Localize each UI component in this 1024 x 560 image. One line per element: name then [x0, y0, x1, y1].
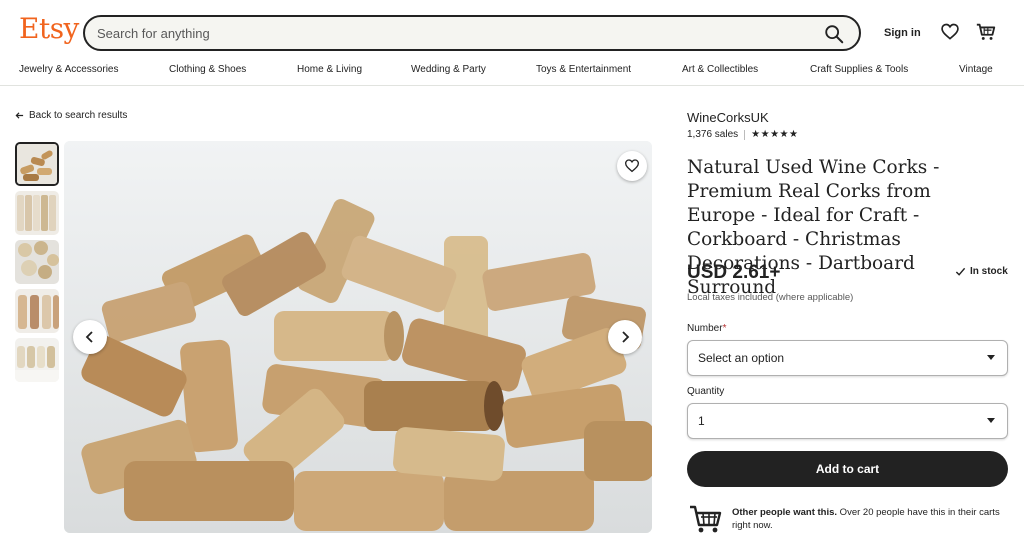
- favorites-heart-icon[interactable]: [940, 22, 960, 42]
- quantity-select-value: 1: [698, 414, 705, 428]
- nav-toys-entertainment[interactable]: Toys & Entertainment: [536, 64, 631, 75]
- thumbnail-list: [15, 142, 59, 387]
- quantity-select[interactable]: 1: [687, 403, 1008, 439]
- taxes-note: Local taxes included (where applicable): [687, 292, 854, 303]
- nav-art-collectibles[interactable]: Art & Collectibles: [682, 64, 758, 75]
- number-select[interactable]: Select an option: [687, 340, 1008, 376]
- site-header: Etsy Sign in Jewelry & Accessories Cloth…: [0, 0, 1024, 86]
- image-favorite-button[interactable]: [617, 151, 647, 181]
- cork-closeup-thumbnail-image: [15, 289, 59, 333]
- thumbnail-3[interactable]: [15, 240, 59, 284]
- corks-row-thumbnail-image: [15, 338, 59, 382]
- shop-name-link[interactable]: WineCorksUK: [687, 110, 769, 125]
- chevron-right-icon: [622, 331, 630, 343]
- cork-ends-thumbnail-image: [15, 240, 59, 284]
- sign-in-link[interactable]: Sign in: [884, 27, 921, 39]
- etsy-logo[interactable]: Etsy: [19, 12, 79, 45]
- star-rating-icon[interactable]: ★★★★★: [751, 129, 798, 140]
- stock-label: In stock: [970, 266, 1008, 277]
- thumbnail-4[interactable]: [15, 289, 59, 333]
- nav-vintage[interactable]: Vintage: [959, 64, 993, 75]
- arrow-left-icon: [15, 112, 24, 119]
- add-to-cart-button[interactable]: Add to cart: [687, 451, 1008, 487]
- cart-demand-icon: [690, 505, 722, 533]
- thumbnail-1[interactable]: [15, 142, 59, 186]
- next-image-button[interactable]: [608, 320, 642, 354]
- corks-standing-thumbnail-image: [15, 191, 59, 235]
- number-select-value: Select an option: [698, 351, 785, 365]
- number-label-text: Number: [687, 323, 723, 334]
- search-icon[interactable]: [823, 23, 845, 45]
- cart-icon[interactable]: [975, 21, 997, 43]
- demand-text: Other people want this. Over 20 people h…: [732, 506, 1004, 532]
- product-price: USD 2.61+: [687, 262, 781, 283]
- nav-jewelry-accessories[interactable]: Jewelry & Accessories: [19, 64, 118, 75]
- number-label: Number*: [687, 323, 726, 334]
- product-main-image[interactable]: [64, 141, 652, 533]
- sales-count: 1,376 sales: [687, 129, 739, 140]
- thumbnail-2[interactable]: [15, 191, 59, 235]
- demand-notice: Other people want this. Over 20 people h…: [687, 503, 1008, 539]
- stock-status: In stock: [955, 266, 1008, 277]
- nav-craft-supplies-tools[interactable]: Craft Supplies & Tools: [810, 64, 908, 75]
- search-input[interactable]: [97, 17, 797, 49]
- shop-sales-rating: 1,376 sales ★★★★★: [687, 129, 798, 140]
- chevron-left-icon: [85, 331, 93, 343]
- nav-wedding-party[interactable]: Wedding & Party: [411, 64, 486, 75]
- cork-pile-thumbnail-image: [17, 144, 57, 184]
- caret-down-icon: [987, 418, 995, 423]
- nav-clothing-shoes[interactable]: Clothing & Shoes: [169, 64, 246, 75]
- caret-down-icon: [987, 355, 995, 360]
- divider: [744, 129, 746, 140]
- quantity-label: Quantity: [687, 386, 725, 397]
- wine-corks-pile-image: [64, 141, 652, 533]
- previous-image-button[interactable]: [73, 320, 107, 354]
- category-nav: Jewelry & Accessories Clothing & Shoes H…: [0, 62, 1024, 80]
- required-asterisk: *: [722, 323, 727, 334]
- checkmark-icon: [955, 267, 966, 276]
- nav-home-living[interactable]: Home & Living: [297, 64, 362, 75]
- search-bar: [83, 15, 861, 51]
- back-to-search-link[interactable]: Back to search results: [15, 110, 127, 121]
- heart-icon: [624, 159, 640, 173]
- thumbnail-5[interactable]: [15, 338, 59, 382]
- demand-bold: Other people want this.: [732, 507, 838, 518]
- back-link-label: Back to search results: [29, 110, 128, 121]
